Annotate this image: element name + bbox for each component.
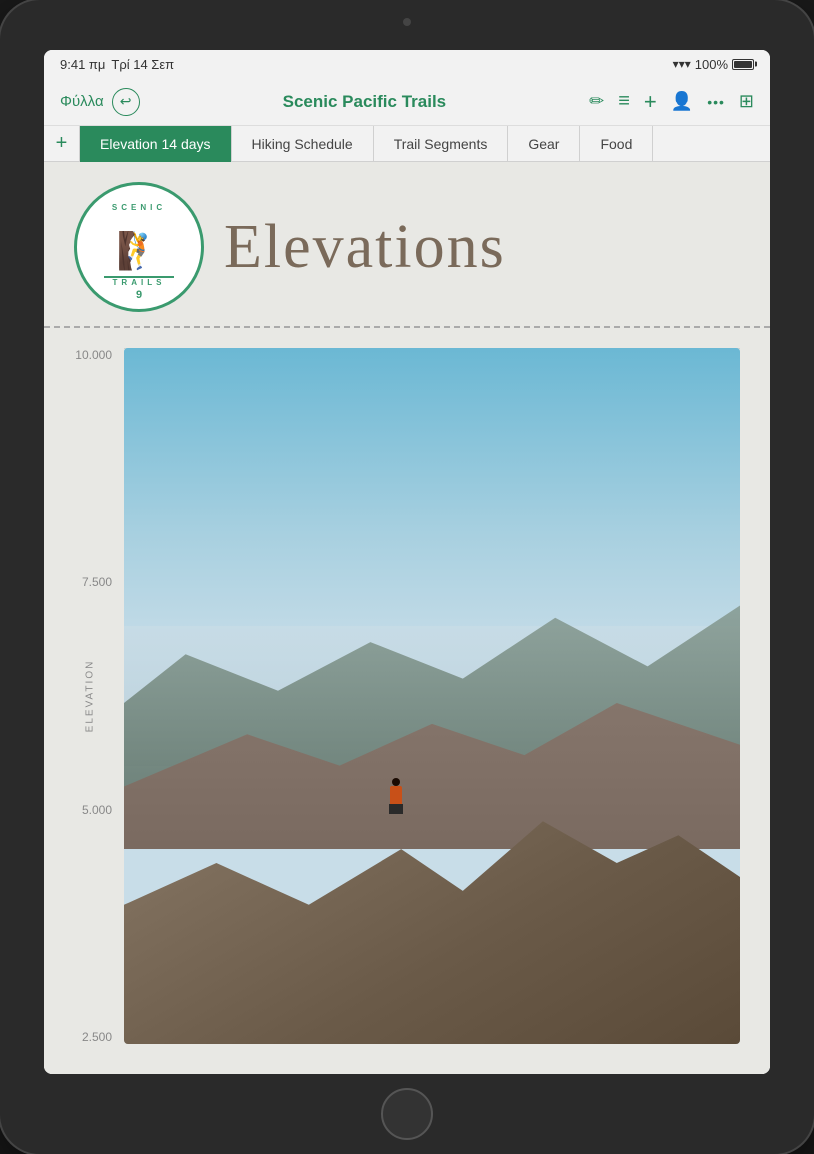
filter-icon[interactable]: ≡	[618, 90, 630, 113]
table-icon[interactable]: ⊞	[739, 91, 754, 112]
mountain-scene	[124, 348, 740, 1044]
screen: 9:41 πμ Τρί 14 Σεπ ▾▾▾ 100% Φύλλα ↩ Scen…	[44, 50, 770, 1074]
battery-fill	[734, 61, 752, 68]
logo-top-text: SCENIC	[112, 203, 166, 212]
ipad-frame: 9:41 πμ Τρί 14 Σεπ ▾▾▾ 100% Φύλλα ↩ Scen…	[0, 0, 814, 1154]
figure-head	[392, 778, 400, 786]
y-tick-7500: 7.500	[82, 575, 112, 589]
tab-gear[interactable]: Gear	[508, 126, 580, 162]
figure-body	[390, 786, 402, 804]
toolbar-left: Φύλλα ↩	[60, 88, 140, 116]
figure-legs	[389, 804, 403, 814]
logo-hiker-icon: 🧗	[117, 230, 162, 272]
y-axis: ELEVATION 10.000 7.500 5.000 2.500	[44, 338, 124, 1054]
status-left: 9:41 πμ Τρί 14 Σεπ	[60, 57, 174, 72]
logo-circle: SCENIC 🧗 TRAILS 9	[74, 182, 204, 312]
hiker-figure	[389, 778, 403, 814]
tab-food[interactable]: Food	[580, 126, 653, 162]
y-axis-label-container: ELEVATION	[79, 660, 97, 733]
mountain-sky	[124, 348, 740, 661]
tab-elevation[interactable]: Elevation 14 days	[80, 126, 232, 162]
camera-dot	[403, 18, 411, 26]
elevations-title: Elevations	[224, 212, 506, 283]
more-icon[interactable]: •••	[707, 94, 725, 110]
pencil-icon[interactable]: ✏	[589, 91, 604, 112]
time: 9:41 πμ	[60, 57, 105, 72]
y-tick-5000: 5.000	[82, 803, 112, 817]
y-tick-10000: 10.000	[75, 348, 112, 362]
share-icon[interactable]: 👤	[671, 91, 693, 112]
status-right: ▾▾▾ 100%	[673, 57, 754, 72]
logo-bottom-text: TRAILS	[113, 278, 166, 287]
tab-trail-segments[interactable]: Trail Segments	[374, 126, 509, 162]
chart-area	[124, 338, 740, 1054]
toolbar: Φύλλα ↩ Scenic Pacific Trails ✏ ≡ + 👤 ••…	[44, 78, 770, 126]
logo-number: 9	[136, 289, 142, 301]
undo-button[interactable]: ↩	[112, 88, 140, 116]
header-section: SCENIC 🧗 TRAILS 9 Elevations	[44, 162, 770, 328]
add-button[interactable]: +	[644, 89, 657, 115]
tab-hiking-schedule[interactable]: Hiking Schedule	[232, 126, 374, 162]
day: Τρί 14 Σεπ	[111, 57, 174, 72]
wifi-icon: ▾▾▾	[673, 57, 691, 71]
battery-percent: 100%	[695, 57, 728, 72]
y-axis-label: ELEVATION	[84, 660, 95, 733]
undo-icon: ↩	[120, 93, 132, 110]
toolbar-right: ✏ ≡ + 👤 ••• ⊞	[589, 89, 754, 115]
chart-container: ELEVATION 10.000 7.500 5.000 2.500	[44, 328, 770, 1074]
main-content: SCENIC 🧗 TRAILS 9 Elevations	[44, 162, 770, 1074]
status-bar: 9:41 πμ Τρί 14 Σεπ ▾▾▾ 100%	[44, 50, 770, 78]
logo-badge: SCENIC 🧗 TRAILS 9	[74, 182, 204, 312]
y-tick-2500: 2.500	[82, 1030, 112, 1044]
toolbar-title: Scenic Pacific Trails	[148, 92, 582, 112]
battery-icon	[732, 59, 754, 70]
add-tab-button[interactable]: +	[44, 126, 80, 162]
tabs-bar: + Elevation 14 days Hiking Schedule Trai…	[44, 126, 770, 162]
back-button[interactable]: Φύλλα	[60, 93, 104, 110]
mountain-photo	[124, 348, 740, 1044]
home-button[interactable]	[381, 1088, 433, 1140]
